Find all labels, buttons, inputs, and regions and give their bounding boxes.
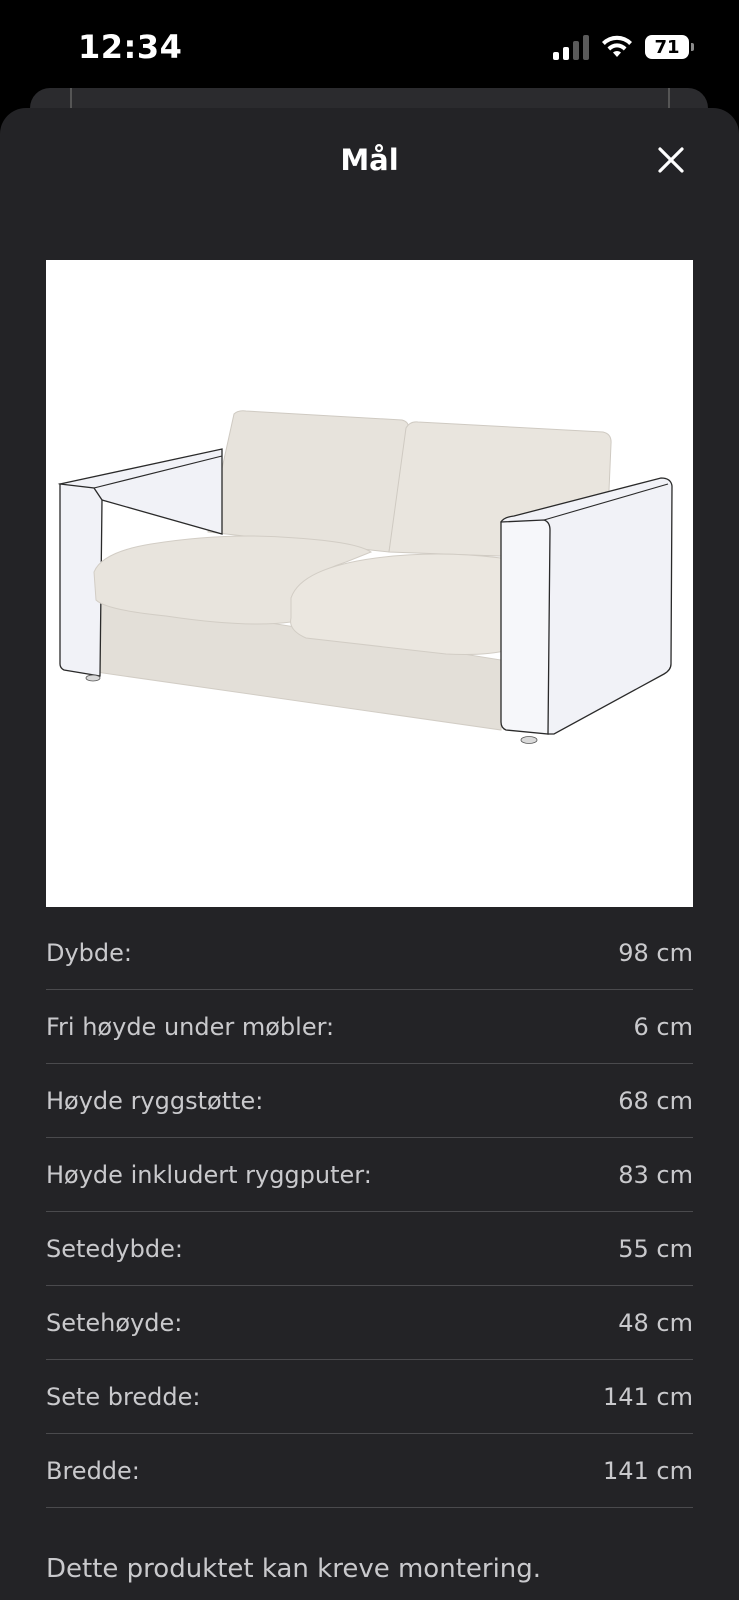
dimension-label: Sete bredde: xyxy=(46,1382,201,1411)
dimension-row: Setehøyde: 48 cm xyxy=(46,1286,693,1360)
dimensions-list: Dybde: 98 cm Fri høyde under møbler: 6 c… xyxy=(46,916,693,1508)
dimension-label: Høyde inkludert ryggputer: xyxy=(46,1160,372,1189)
dimension-value: 48 cm xyxy=(618,1308,693,1337)
cellular-signal-icon xyxy=(553,34,589,60)
sofa-illustration xyxy=(57,410,673,744)
dimension-row: Høyde inkludert ryggputer: 83 cm xyxy=(46,1138,693,1212)
dimension-row: Setedybde: 55 cm xyxy=(46,1212,693,1286)
status-bar: 12:34 71 xyxy=(0,0,739,100)
status-time: 12:34 xyxy=(78,28,183,66)
assembly-note: Dette produktet kan kreve montering. xyxy=(46,1554,542,1584)
dimension-value: 98 cm xyxy=(618,938,693,967)
dimension-label: Bredde: xyxy=(46,1456,140,1485)
status-icons: 71 xyxy=(553,34,694,60)
wifi-icon xyxy=(602,35,632,57)
dimension-label: Setedybde: xyxy=(46,1234,183,1263)
sheet-title: Mål xyxy=(340,143,399,177)
battery-level: 71 xyxy=(654,36,680,58)
product-image xyxy=(46,260,693,907)
battery-icon: 71 xyxy=(645,35,694,59)
dimension-value: 68 cm xyxy=(618,1086,693,1115)
dimension-value: 55 cm xyxy=(618,1234,693,1263)
dimension-row: Bredde: 141 cm xyxy=(46,1434,693,1508)
dimension-label: Fri høyde under møbler: xyxy=(46,1012,335,1041)
dimension-label: Setehøyde: xyxy=(46,1308,183,1337)
dimension-value: 6 cm xyxy=(633,1012,693,1041)
dimension-value: 141 cm xyxy=(602,1382,693,1411)
dimension-label: Dybde: xyxy=(46,938,133,967)
dimension-row: Sete bredde: 141 cm xyxy=(46,1360,693,1434)
dimension-label: Høyde ryggstøtte: xyxy=(46,1086,264,1115)
dimension-row: Dybde: 98 cm xyxy=(46,916,693,990)
close-icon xyxy=(658,147,684,173)
dimension-value: 83 cm xyxy=(618,1160,693,1189)
dimension-row: Høyde ryggstøtte: 68 cm xyxy=(46,1064,693,1138)
dimensions-sheet: Mål Dybde: 98 cm Fri høyde under møbler:… xyxy=(0,108,739,1600)
dimension-value: 141 cm xyxy=(602,1456,693,1485)
close-button[interactable] xyxy=(655,144,687,176)
dimension-row: Fri høyde under møbler: 6 cm xyxy=(46,990,693,1064)
